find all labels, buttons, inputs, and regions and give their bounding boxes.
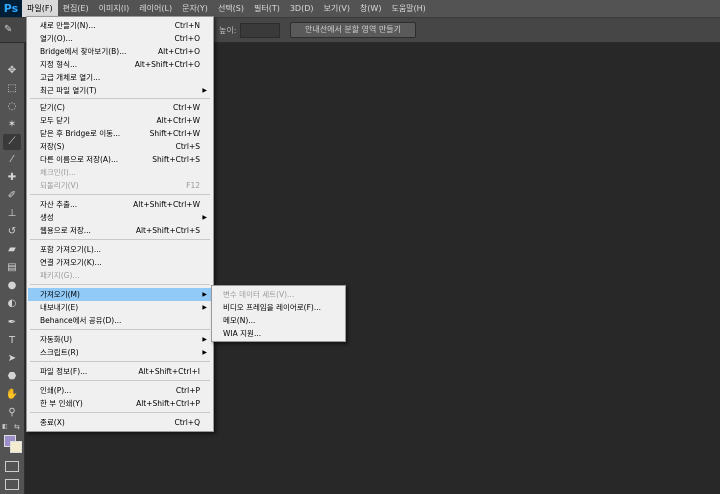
shape-tool-icon[interactable]: ⬣ — [3, 369, 21, 385]
submenu-arrow-icon: ▶ — [202, 291, 207, 298]
submenu-item-notes[interactable]: 메모(N)... — [213, 314, 344, 327]
zoom-tool-icon[interactable]: ⚲ — [3, 405, 21, 421]
healing-brush-tool-icon[interactable]: ✚ — [3, 170, 21, 186]
menu-separator — [30, 361, 210, 362]
menu-item-open-smart-object[interactable]: 고급 개체로 열기... — [28, 71, 212, 84]
background-color-swatch[interactable] — [10, 441, 22, 453]
pen-tool-icon[interactable]: ✒ — [3, 315, 21, 331]
menu-separator — [30, 98, 210, 99]
menu-separator — [30, 412, 210, 413]
submenu-arrow-icon: ▶ — [202, 214, 207, 221]
menu-item-generate[interactable]: 생성 ▶ — [28, 211, 212, 224]
menu-item-browse-bridge[interactable]: Bridge에서 찾아보기(B)... Alt+Ctrl+O — [28, 45, 212, 58]
magic-wand-tool-icon[interactable]: ✶ — [3, 117, 21, 133]
screen-mode-icon[interactable] — [5, 479, 19, 490]
gradient-tool-icon[interactable]: ▤ — [3, 260, 21, 276]
menu-item-new[interactable]: 새로 만들기(N)... Ctrl+N — [28, 19, 212, 32]
menu-layer[interactable]: 레이어(L) — [134, 0, 177, 17]
menu-separator — [30, 239, 210, 240]
type-tool-icon[interactable]: T — [3, 333, 21, 349]
submenu-arrow-icon: ▶ — [202, 349, 207, 356]
menu-image[interactable]: 이미지(I) — [94, 0, 135, 17]
hand-tool-icon[interactable]: ✋ — [3, 387, 21, 403]
path-selection-tool-icon[interactable]: ➤ — [3, 351, 21, 367]
quick-mask-icon[interactable] — [5, 461, 19, 472]
menu-item-revert: 되돌리기(V) F12 — [40, 181, 200, 190]
blur-tool-icon[interactable]: ● — [3, 278, 21, 294]
menu-item-check-in: 체크인(I)... — [40, 168, 76, 177]
height-label: 높이: — [219, 26, 237, 35]
clone-stamp-tool-icon[interactable]: ⊥ — [3, 206, 21, 222]
menu-item-export[interactable]: 내보내기(E) ▶ — [28, 301, 212, 314]
file-menu-dropdown: 새로 만들기(N)... Ctrl+N 열기(O)... Ctrl+O Bridge… — [26, 16, 214, 432]
eyedropper-tool-icon[interactable]: ⁄ — [3, 152, 21, 168]
dodge-tool-icon[interactable]: ◐ — [3, 296, 21, 312]
submenu-arrow-icon: ▶ — [202, 336, 207, 343]
menu-window[interactable]: 창(W) — [355, 0, 387, 17]
menu-separator — [30, 284, 210, 285]
menu-item-close-all[interactable]: 모두 닫기 Alt+Ctrl+W — [28, 114, 212, 127]
menu-view[interactable]: 보기(V) — [319, 0, 355, 17]
menu-item-place-linked[interactable]: 연결 가져오기(K)... — [28, 256, 212, 269]
menu-filter[interactable]: 필터(T) — [249, 0, 285, 17]
menu-item-save[interactable]: 저장(S) Ctrl+S — [28, 140, 212, 153]
menu-item-print[interactable]: 인쇄(P)... Ctrl+P — [28, 384, 212, 397]
photoshop-logo: Ps — [0, 0, 22, 17]
menu-item-place-embedded[interactable]: 포함 가져오기(L)... — [28, 243, 212, 256]
menu-select[interactable]: 선택(S) — [213, 0, 249, 17]
menu-file[interactable]: 파일(F) — [22, 0, 58, 17]
menu-separator — [30, 194, 210, 195]
menu-item-open-recent[interactable]: 최근 파일 열기(T) ▶ — [28, 84, 212, 97]
menu-item-close-go-bridge[interactable]: 닫은 후 Bridge로 이동... Shift+Ctrl+W — [28, 127, 212, 140]
menu-item-close[interactable]: 닫기(C) Ctrl+W — [28, 101, 212, 114]
submenu-item-variable-data-sets: 변수 데이터 세트(V)... — [223, 290, 295, 299]
brush-tool-icon[interactable]: ✐ — [3, 188, 21, 204]
menu-item-share-behance[interactable]: Behance에서 공유(D)... — [28, 314, 212, 327]
move-tool-icon[interactable]: ✥ — [3, 63, 21, 79]
lasso-tool-icon[interactable]: ◌ — [3, 99, 21, 115]
menu-item-package: 패키지(G)... — [40, 271, 80, 280]
menu-help[interactable]: 도움말(H) — [386, 0, 430, 17]
swap-colors-icon[interactable]: ⇆ — [14, 423, 20, 431]
marquee-tool-icon[interactable]: ⬚ — [3, 81, 21, 97]
menu-item-save-for-web[interactable]: 웹용으로 저장... Alt+Shift+Ctrl+S — [28, 224, 212, 237]
menu-item-extract-assets[interactable]: 자산 추출... Alt+Shift+Ctrl+W — [28, 198, 212, 211]
menu-item-file-info[interactable]: 파일 정보(F)... Alt+Shift+Ctrl+I — [28, 365, 212, 378]
menu-item-scripts[interactable]: 스크립트(R) ▶ — [28, 346, 212, 359]
menu-item-automate[interactable]: 자동화(U) ▶ — [28, 333, 212, 346]
submenu-arrow-icon: ▶ — [202, 87, 207, 94]
submenu-item-wia-support[interactable]: WIA 지원... — [213, 327, 344, 340]
menu-item-exit[interactable]: 종료(X) Ctrl+Q — [28, 416, 212, 429]
default-colors-icon[interactable]: ◧ — [2, 423, 8, 430]
menu-3d[interactable]: 3D(D) — [285, 0, 319, 17]
height-input[interactable] — [240, 23, 280, 38]
import-submenu: 변수 데이터 세트(V)... 비디오 프레임을 레이어로(F)... 메모(N… — [211, 285, 346, 342]
menu-separator — [30, 329, 210, 330]
toolbox: ✥ ⬚ ◌ ✶ ⟋ ⁄ ✚ ✐ ⊥ ↺ ▰ ▤ ● ◐ ✒ T ➤ ⬣ ✋ ⚲ … — [0, 43, 25, 494]
menu-edit[interactable]: 편집(E) — [58, 0, 94, 17]
slice-tool-icon-selected[interactable]: ⟋ — [3, 134, 21, 150]
eraser-tool-icon[interactable]: ▰ — [3, 242, 21, 258]
submenu-arrow-icon: ▶ — [202, 304, 207, 311]
menu-item-print-one-copy[interactable]: 한 부 인쇄(Y) Alt+Shift+Ctrl+P — [28, 397, 212, 410]
submenu-item-video-frames-to-layers[interactable]: 비디오 프레임을 레이어로(F)... — [213, 301, 344, 314]
menu-separator — [30, 380, 210, 381]
menu-item-save-as[interactable]: 다른 이름으로 저장(A)... Shift+Ctrl+S — [28, 153, 212, 166]
menu-item-open[interactable]: 열기(O)... Ctrl+O — [28, 32, 212, 45]
history-brush-tool-icon[interactable]: ↺ — [3, 224, 21, 240]
menu-item-open-as[interactable]: 지정 형식... Alt+Shift+Ctrl+O — [28, 58, 212, 71]
menu-item-import[interactable]: 가져오기(M) ▶ — [28, 288, 212, 301]
menu-type[interactable]: 문자(Y) — [177, 0, 213, 17]
slices-from-guides-button[interactable]: 안내선에서 분할 영역 만들기 — [290, 22, 416, 38]
slice-tool-icon[interactable]: ✎ — [4, 24, 18, 36]
